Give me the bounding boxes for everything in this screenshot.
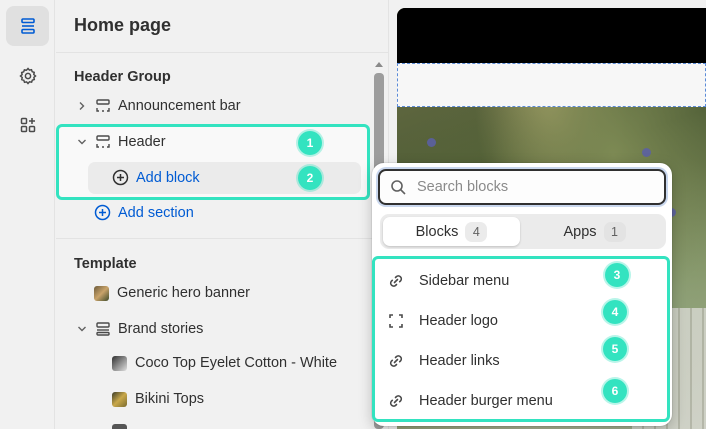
count-badge: 1 (603, 221, 626, 242)
template-title: Template (74, 256, 137, 272)
block-item-header-burger-menu[interactable]: Header burger menu (386, 391, 553, 411)
sidebar-item-brand-stories[interactable]: Brand stories (74, 320, 203, 338)
sidebar-item-label: Brand stories (118, 321, 204, 337)
link-icon (386, 351, 406, 371)
flower-image (427, 138, 436, 147)
settings-button[interactable] (6, 56, 49, 96)
block-item-label: Header logo (419, 313, 498, 329)
divider (56, 238, 389, 239)
plus-circle-icon (112, 169, 129, 186)
settings-icon (18, 67, 37, 85)
count-badge: 4 (465, 221, 488, 242)
plus-circle-icon (94, 204, 111, 221)
sidebar-item-label: Coco Top Eyelet Cotton - White (135, 355, 338, 371)
header-group-title: Header Group (74, 69, 171, 85)
sidebar-item-generic-hero-banner[interactable]: Generic hero banner (94, 285, 250, 301)
search-field[interactable] (378, 169, 666, 205)
thumbnail-image (112, 424, 127, 429)
section-list-icon (94, 320, 112, 338)
sidebar-item-coco-top[interactable]: Coco Top Eyelet Cotton - White (112, 355, 337, 371)
divider (56, 52, 389, 53)
sidebar-item-header[interactable]: Header (74, 133, 166, 151)
sidebar-item-label: Bikini Tops (135, 391, 205, 407)
block-item-label: Header burger menu (419, 393, 553, 409)
tab-apps[interactable]: Apps 1 (526, 217, 663, 246)
block-item-label: Sidebar menu (419, 273, 510, 289)
sidebar-item-announcement-bar[interactable]: Announcement bar (74, 97, 241, 115)
tab-label: Apps (563, 223, 597, 240)
sidebar-item-label: Announcement bar (118, 98, 241, 114)
chevron-right-icon[interactable] (74, 98, 90, 114)
tab-blocks[interactable]: Blocks 4 (383, 217, 520, 246)
apps-icon (20, 117, 35, 133)
sidebar-item-label: Generic hero banner (117, 285, 250, 301)
section-dashed-icon (94, 97, 112, 115)
step-badge: 3 (605, 263, 629, 287)
scroll-up-arrow[interactable] (375, 62, 383, 67)
block-item-sidebar-menu[interactable]: Sidebar menu (386, 271, 509, 291)
thumbnail-image (94, 285, 109, 301)
search-input[interactable] (417, 179, 657, 195)
image-frame-icon (386, 311, 406, 331)
sections-icon (20, 18, 35, 34)
icon-rail (0, 0, 55, 429)
search-icon (391, 179, 406, 195)
sidebar-item-bikini-tops[interactable]: Bikini Tops (112, 391, 204, 407)
thumbnail-image (112, 391, 127, 407)
step-badge: 2 (298, 166, 322, 190)
block-tabs: Blocks 4 Apps 1 (380, 214, 666, 249)
flower-image (642, 148, 651, 157)
chevron-down-icon[interactable] (74, 321, 90, 337)
add-block-label: Add block (136, 169, 200, 186)
thumbnail-image (112, 355, 127, 371)
page-title: Home page (74, 15, 172, 35)
block-item-header-logo[interactable]: Header logo (386, 311, 498, 331)
apps-button[interactable] (6, 105, 49, 145)
step-badge: 5 (603, 337, 627, 361)
block-item-header-links[interactable]: Header links (386, 351, 500, 371)
section-dashed-icon (94, 133, 112, 151)
announcement-bar-preview (397, 8, 706, 63)
chevron-down-icon[interactable] (74, 134, 90, 150)
link-icon (386, 391, 406, 411)
block-item-label: Header links (419, 353, 500, 369)
add-section-button[interactable]: Add section (94, 204, 194, 221)
add-section-label: Add section (118, 204, 194, 221)
link-icon (386, 271, 406, 291)
header-preview[interactable] (397, 63, 706, 107)
step-badge: 6 (603, 379, 627, 403)
step-badge: 1 (298, 131, 322, 155)
sidebar-item-label: Header (118, 134, 166, 150)
add-block-button[interactable]: Add block (112, 169, 200, 186)
tab-label: Blocks (415, 223, 459, 240)
sections-button[interactable] (6, 6, 49, 46)
step-badge: 4 (603, 300, 627, 324)
